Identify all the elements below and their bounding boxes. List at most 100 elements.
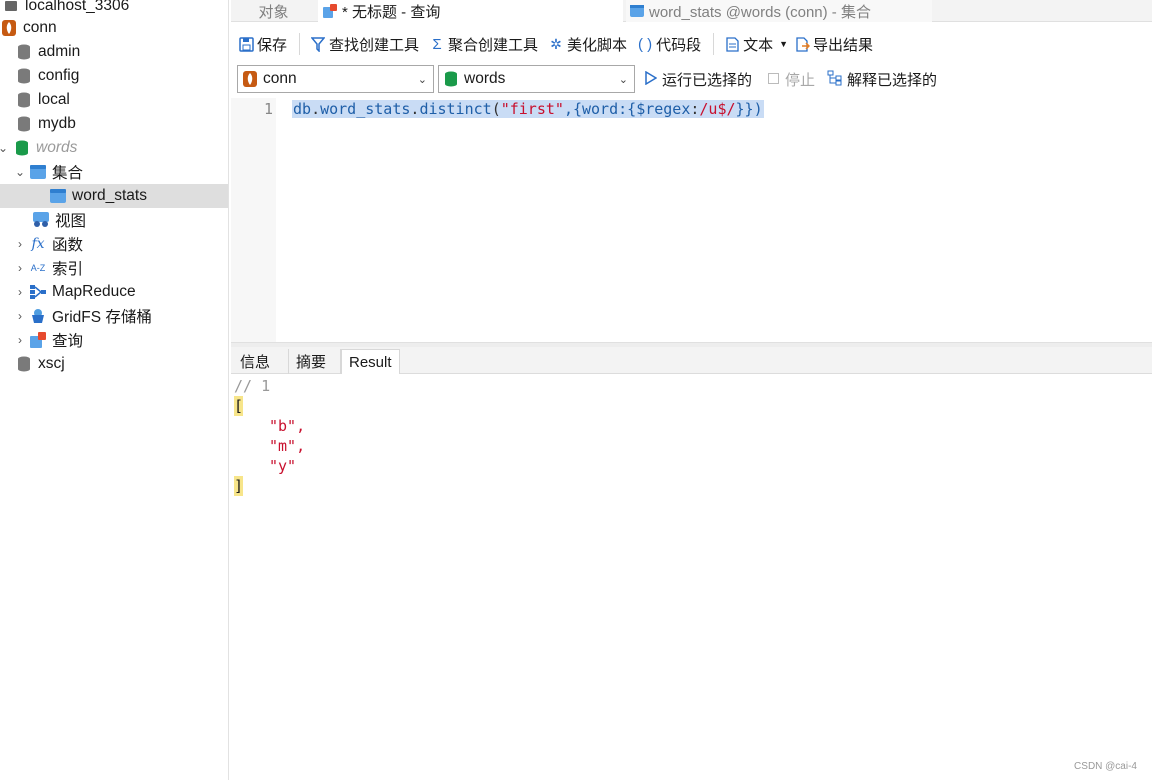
collection-icon (49, 187, 67, 205)
tree-connection-label: conn (23, 19, 57, 36)
code-token: db (293, 100, 312, 118)
tree-group-label: 查询 (52, 333, 84, 350)
text-mode-button[interactable]: 文本 ▼ (724, 34, 788, 55)
tree-group-label: 函数 (52, 237, 84, 254)
save-icon (238, 36, 254, 52)
chevron-down-icon[interactable]: ⌄ (14, 165, 26, 179)
tree-db-admin[interactable]: admin (0, 40, 228, 64)
app-window: localhost_3306 conn admin config local m… (0, 0, 1152, 780)
tree-functions[interactable]: › fx 函数 (0, 232, 228, 256)
connection-selector-row: conn ⌄ words ⌄ 运行已选择的 停止 解释已选择的 (231, 64, 1152, 94)
database-green-icon (444, 71, 458, 87)
chevron-right-icon[interactable]: › (14, 285, 26, 299)
stop-button[interactable]: 停止 (768, 69, 815, 90)
play-icon (645, 70, 658, 89)
code-token: distinct (419, 100, 492, 118)
find-builder-button[interactable]: 查找创建工具 (310, 34, 419, 55)
snippet-button[interactable]: ( ) 代码段 (637, 34, 701, 55)
database-icon (15, 91, 33, 109)
explain-selected-button[interactable]: 解释已选择的 (827, 69, 937, 90)
dropdown-arrow-icon[interactable]: ▼ (779, 39, 788, 49)
database-select[interactable]: words ⌄ (438, 65, 635, 93)
chevron-down-icon[interactable]: ⌄ (0, 141, 9, 155)
tab-info[interactable]: 信息 (233, 349, 289, 374)
index-az-icon: A-Z (30, 263, 46, 273)
snippet-label: 代码段 (656, 36, 702, 54)
tree-group-label: 视图 (55, 213, 87, 230)
tree-db-words[interactable]: ⌄ words (0, 136, 228, 160)
code-token: $regex (636, 100, 691, 118)
tree-queries[interactable]: › 查询 (0, 328, 228, 352)
collection-folder-icon (29, 163, 47, 181)
tree-collections-group[interactable]: ⌄ 集合 (0, 160, 228, 184)
mapreduce-icon (29, 283, 47, 301)
stop-icon (768, 71, 779, 88)
line-number: 1 (263, 100, 273, 118)
tab-label: word_stats @words (conn) - 集合 (649, 3, 871, 21)
server-icon (2, 0, 20, 15)
result-item: "b", (269, 417, 306, 435)
tab-summary[interactable]: 摘要 (289, 349, 341, 374)
connection-select[interactable]: conn ⌄ (237, 65, 434, 93)
export-results-button[interactable]: 导出结果 (794, 34, 873, 55)
export-results-label: 导出结果 (813, 36, 874, 54)
sigma-icon: Σ (432, 35, 442, 53)
tree-db-label: local (38, 91, 70, 108)
tab-result[interactable]: Result (341, 349, 400, 374)
tree-connection[interactable]: conn (0, 16, 228, 40)
code-token: word_stats (320, 100, 411, 118)
tab-query[interactable]: * 无标题 - 查询 (318, 0, 623, 22)
chevron-down-icon: ⌄ (618, 74, 628, 86)
connection-leaf-icon (243, 71, 257, 87)
explain-selected-label: 解释已选择的 (847, 72, 938, 89)
query-editor[interactable]: 1 db.word_stats.distinct("first",{word:{… (231, 98, 1152, 342)
tree-views[interactable]: 视图 (0, 208, 228, 232)
watermark: CSDN @cai-4 (1074, 761, 1137, 772)
view-glasses-icon (32, 211, 50, 229)
tree-collection-word-stats[interactable]: word_stats (0, 184, 228, 208)
query-icon (29, 331, 47, 349)
find-builder-label: 查找创建工具 (329, 36, 420, 54)
toolbar-divider (299, 33, 301, 55)
tab-label: Result (349, 353, 392, 371)
aggregate-builder-button[interactable]: Σ 聚合创建工具 (429, 34, 538, 55)
chevron-right-icon[interactable]: › (14, 237, 26, 251)
tree-db-xscj[interactable]: xscj (0, 352, 228, 376)
save-button[interactable]: 保存 (238, 34, 287, 55)
tab-collection[interactable]: word_stats @words (conn) - 集合 (626, 0, 932, 22)
tree-db-label: words (36, 139, 78, 156)
function-icon: fx (31, 236, 45, 252)
tree-group-label: 索引 (52, 261, 84, 278)
connection-select-value: conn (263, 70, 297, 87)
result-text-area[interactable]: // 1 [ "b", "m", "y" ] CSDN @cai-4 (231, 375, 1152, 780)
chevron-right-icon[interactable]: › (14, 333, 26, 347)
tree-server-label: localhost_3306 (25, 0, 130, 14)
tab-objects[interactable]: 对象 (231, 0, 316, 22)
tree-db-mydb[interactable]: mydb (0, 112, 228, 136)
tree-db-config[interactable]: config (0, 64, 228, 88)
tab-bar: 对象 * 无标题 - 查询 word_stats @words (conn) -… (231, 0, 1152, 22)
beautify-button[interactable]: ✲ 美化脚本 (548, 34, 627, 55)
tab-label: 摘要 (296, 354, 327, 371)
code-token: . (311, 100, 321, 118)
explain-tree-icon (827, 70, 843, 90)
result-item: "m", (269, 437, 306, 455)
aggregate-builder-label: 聚合创建工具 (448, 36, 539, 54)
chevron-down-icon: ⌄ (417, 74, 427, 86)
object-tree: localhost_3306 conn admin config local m… (0, 0, 229, 780)
chevron-right-icon[interactable]: › (14, 309, 26, 323)
result-comment: // 1 (234, 377, 271, 395)
tree-collection-label: word_stats (72, 187, 147, 204)
database-icon (15, 43, 33, 61)
tree-db-label: xscj (38, 355, 65, 372)
chevron-right-icon[interactable]: › (14, 261, 26, 275)
text-mode-label: 文本 (743, 36, 774, 54)
tree-db-local[interactable]: local (0, 88, 228, 112)
braces-icon: ( ) (637, 35, 653, 53)
tree-gridfs[interactable]: › GridFS 存储桶 (0, 304, 228, 328)
code-line[interactable]: db.word_stats.distinct("first",{word:{$r… (292, 100, 764, 118)
tree-mapreduce[interactable]: › MapReduce (0, 280, 228, 304)
tree-indexes[interactable]: › A-Z 索引 (0, 256, 228, 280)
run-selected-button[interactable]: 运行已选择的 (645, 69, 752, 90)
code-token: ,{word:{ (563, 100, 637, 118)
